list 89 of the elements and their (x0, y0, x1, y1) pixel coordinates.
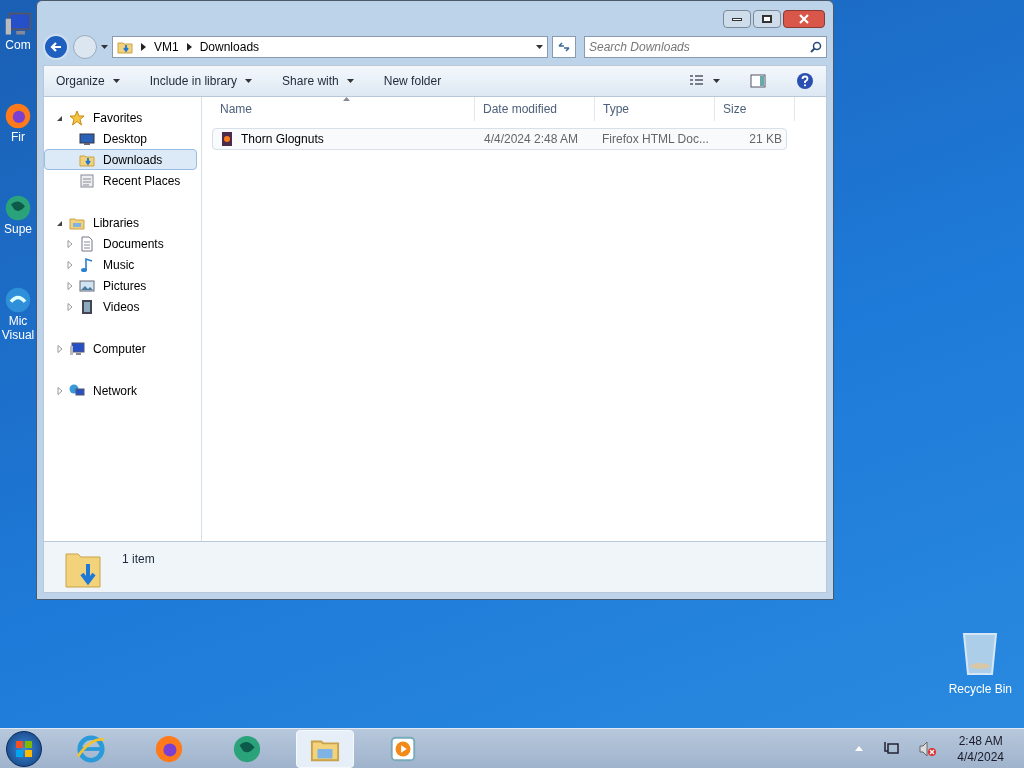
collapsed-arrow-icon[interactable] (65, 259, 75, 270)
firefox-icon (154, 733, 184, 764)
recent-icon (79, 172, 95, 189)
nav-item[interactable]: Downloads (44, 149, 197, 170)
caret-icon (536, 45, 543, 49)
view-options-button[interactable] (689, 75, 720, 87)
refresh-icon (557, 41, 571, 53)
size-cell-text: 21 KB (748, 131, 783, 148)
search-field[interactable]: Search Downloads (584, 36, 827, 58)
minimize-button[interactable] (723, 10, 751, 28)
nav-item[interactable]: Videos (44, 296, 197, 317)
type-cell-text: Firefox HTML Doc... (601, 131, 710, 148)
chevron-icon[interactable] (186, 43, 192, 51)
address-bar[interactable]: VM1 Downloads (112, 36, 548, 58)
firefox-icon (4, 102, 32, 130)
list-view-icon (689, 75, 705, 87)
start-button[interactable] (6, 730, 42, 767)
speaker-muted-icon[interactable] (919, 740, 938, 757)
nav-item[interactable]: Computer (44, 338, 197, 359)
desktop-icon-label[interactable]: Mic (8, 314, 28, 328)
date-cell-text: 4/4/2024 2:48 AM (483, 131, 580, 148)
search-icon (810, 41, 822, 53)
close-button[interactable] (783, 10, 825, 28)
video-icon (79, 298, 95, 315)
caret-icon (101, 45, 108, 49)
star-icon (69, 109, 85, 126)
desktop-icon (79, 130, 95, 147)
toolbar-button[interactable]: Include in library (149, 72, 253, 90)
file-row[interactable]: Thorn Glognuts 4/4/2024 2:48 AM Firefox HTML Doc... 21 KB (212, 128, 787, 150)
toolbar-button[interactable]: Organize (56, 72, 120, 90)
nav-item[interactable]: Favorites (44, 107, 197, 128)
desktop-icon-label[interactable]: Com (5, 38, 31, 52)
music-icon (79, 256, 95, 273)
column-header[interactable]: Date modified (475, 97, 595, 121)
column-header[interactable]: Name (212, 97, 475, 121)
pane-icon (750, 74, 766, 88)
toolbar-button[interactable]: Share with (282, 72, 354, 90)
breadcrumb-item[interactable]: Downloads (199, 38, 260, 56)
caret-icon (112, 79, 120, 83)
ie-icon (76, 733, 106, 764)
desktop-icon-label[interactable]: Visual (1, 328, 35, 342)
breadcrumb-item[interactable]: VM1 (154, 38, 179, 56)
computer-icon (4, 10, 32, 38)
collapsed-arrow-icon[interactable] (65, 238, 75, 249)
globe-icon (232, 733, 262, 764)
refresh-button[interactable] (552, 36, 576, 58)
back-button[interactable] (43, 34, 69, 60)
desktop-icon-label[interactable]: Recycle Bin (948, 680, 1012, 698)
nav-item[interactable]: Network (44, 380, 197, 401)
nav-item[interactable]: Music (44, 254, 197, 275)
nav-item[interactable]: Libraries (44, 212, 197, 233)
close-icon (799, 14, 809, 24)
taskbar-app[interactable] (296, 729, 354, 768)
column-header[interactable]: Size (715, 97, 795, 121)
clock-date[interactable]: 4/4/2024 (957, 748, 1004, 765)
help-button[interactable] (796, 72, 814, 90)
nav-item[interactable]: Recent Places (44, 170, 197, 191)
preview-pane-button[interactable] (750, 74, 766, 88)
collapsed-arrow-icon[interactable] (55, 343, 65, 354)
clock-time[interactable]: 2:48 AM (958, 732, 1003, 749)
document-icon (79, 235, 95, 252)
nav-item[interactable]: Pictures (44, 275, 197, 296)
picture-icon (79, 277, 95, 294)
maximize-button[interactable] (753, 10, 781, 28)
globe-icon (4, 194, 32, 222)
nav-item[interactable]: Desktop (44, 128, 197, 149)
item-count: 1 item (122, 551, 155, 568)
nav-item[interactable]: Documents (44, 233, 197, 254)
collapsed-arrow-icon[interactable] (65, 301, 75, 312)
sort-arrow-icon (343, 97, 350, 101)
back-arrow-icon (50, 41, 62, 53)
collapsed-arrow-icon[interactable] (55, 385, 65, 396)
collapsed-arrow-icon[interactable] (65, 280, 75, 291)
chevron-icon[interactable] (141, 43, 146, 51)
network-icon (69, 382, 85, 399)
file-name: Thorn Glognuts (241, 131, 324, 148)
desktop-icon-label[interactable]: Fir (11, 130, 25, 144)
toolbar-button[interactable]: New folder (383, 72, 442, 90)
column-header[interactable]: Type (595, 97, 715, 121)
desktop-icon-label[interactable]: Supe (4, 222, 32, 236)
html-icon (219, 131, 235, 147)
windows-logo-icon (15, 739, 33, 758)
computer-icon (69, 340, 85, 357)
caret-icon (346, 79, 354, 83)
show-hidden-icons-icon[interactable] (855, 746, 864, 751)
caret-icon (713, 79, 720, 83)
folder-download-icon (117, 39, 133, 55)
network-icon[interactable] (883, 740, 900, 757)
caret-icon (245, 79, 253, 83)
